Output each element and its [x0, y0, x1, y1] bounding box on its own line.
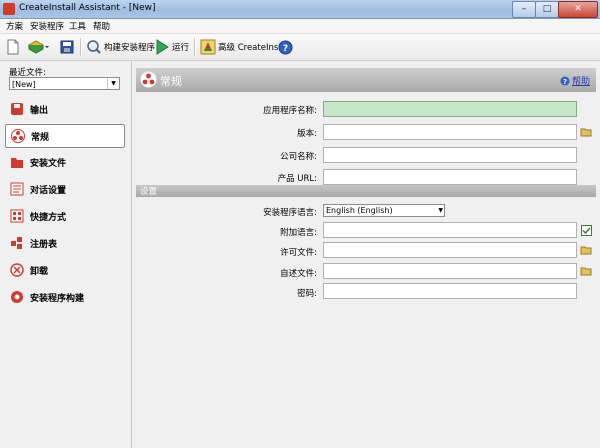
- sidebar: 最近文件: [New] ▼ 输出 常规 安装文件 对话设置 快捷方式 注册表 卸…: [0, 61, 132, 448]
- app-name-input[interactable]: [323, 101, 577, 117]
- sidebar-item-install-files[interactable]: 安装文件: [5, 150, 125, 174]
- toolbar: 构建安装程序 运行 高级 CreateInstall ?: [0, 34, 600, 61]
- registry-icon: [9, 235, 25, 251]
- sidebar-item-label: 卸载: [30, 266, 49, 277]
- sidebar-item-label: 输出: [30, 105, 49, 116]
- menu-installer[interactable]: 安装程序: [30, 20, 64, 32]
- folder-open-icon: [580, 128, 592, 137]
- password-label: 密码:: [297, 289, 317, 299]
- license-label: 许可文件:: [280, 248, 317, 258]
- sidebar-item-label: 安装程序构建: [30, 293, 85, 304]
- recent-files-value: [New]: [12, 80, 36, 89]
- sidebar-item-label: 快捷方式: [30, 212, 67, 223]
- app-name-label: 应用程序名称:: [263, 106, 317, 116]
- run-icon: [156, 39, 169, 55]
- close-button[interactable]: ✕: [558, 1, 598, 18]
- chevron-down-icon: ▼: [438, 207, 443, 214]
- sidebar-item-label: 对话设置: [30, 185, 67, 196]
- window-title: CreateInstall Assistant - [New]: [19, 3, 156, 13]
- checkbox-icon: [580, 224, 592, 236]
- readme-input[interactable]: [323, 263, 577, 279]
- folder-open-icon: [580, 246, 592, 255]
- chevron-down-icon: ▼: [107, 78, 119, 89]
- open-button[interactable]: [28, 38, 50, 56]
- sidebar-item-registry[interactable]: 注册表: [5, 231, 125, 255]
- folder-icon: [9, 154, 25, 170]
- company-input[interactable]: [323, 147, 577, 163]
- svg-text:?: ?: [563, 78, 567, 86]
- extra-language-label: 附加语言:: [280, 228, 317, 238]
- build-icon: [87, 40, 101, 54]
- main-panel: 常规 ? 帮助 应用程序名称: 版本: 公司名称: 产品 URL: 设置 安装程…: [132, 61, 600, 448]
- sidebar-item-dialogs[interactable]: 对话设置: [5, 177, 125, 201]
- help-circle-icon: ?: [560, 76, 570, 86]
- help-label: 帮助: [571, 77, 590, 87]
- general-icon: [10, 128, 26, 144]
- recent-files-select[interactable]: [New] ▼: [9, 77, 120, 90]
- company-label: 公司名称:: [280, 152, 317, 162]
- advanced-icon: [200, 39, 216, 55]
- svg-text:?: ?: [283, 44, 288, 54]
- section-title: 设置: [140, 187, 158, 197]
- menu-help[interactable]: 帮助: [93, 20, 110, 32]
- menu-bar: 方案 安装程序 工具 帮助: [0, 19, 600, 34]
- output-icon: [9, 101, 25, 117]
- save-icon: [60, 40, 74, 54]
- language-label: 安装程序语言:: [263, 208, 317, 218]
- license-browse-button[interactable]: [580, 244, 592, 256]
- dialog-icon: [9, 181, 25, 197]
- help-link[interactable]: ? 帮助: [560, 74, 590, 87]
- general-header-icon: [140, 71, 157, 88]
- sidebar-item-uninstall[interactable]: 卸载: [5, 258, 125, 282]
- extra-language-input[interactable]: [323, 222, 577, 238]
- readme-browse-button[interactable]: [580, 265, 592, 277]
- settings-section-header: 设置: [136, 185, 596, 197]
- version-label: 版本:: [297, 129, 317, 139]
- maximize-button[interactable]: □: [535, 1, 559, 18]
- build-label: 构建安装程序: [104, 43, 156, 53]
- url-label: 产品 URL:: [277, 174, 317, 184]
- sidebar-item-label: 常规: [31, 132, 50, 143]
- uninstall-icon: [9, 262, 25, 278]
- open-icon: [28, 40, 49, 54]
- folder-open-icon: [580, 267, 592, 276]
- app-icon: [3, 3, 15, 15]
- run-label: 运行: [172, 43, 190, 53]
- license-input[interactable]: [323, 242, 577, 258]
- menu-tools[interactable]: 工具: [69, 20, 86, 32]
- readme-label: 自述文件:: [280, 269, 317, 279]
- build-setup-icon: [9, 289, 25, 305]
- menu-scheme[interactable]: 方案: [6, 20, 23, 32]
- run-button[interactable]: 运行: [155, 38, 189, 56]
- language-select[interactable]: English (English) ▼: [323, 204, 445, 217]
- password-input[interactable]: [323, 283, 577, 299]
- version-browse-button[interactable]: [580, 126, 592, 138]
- help-button[interactable]: ?: [278, 38, 293, 56]
- language-value: English (English): [326, 206, 393, 215]
- save-button[interactable]: [60, 38, 74, 56]
- build-installer-button[interactable]: 构建安装程序: [86, 38, 155, 56]
- url-input[interactable]: [323, 169, 577, 185]
- sidebar-item-label: 注册表: [30, 239, 58, 250]
- sidebar-item-general[interactable]: 常规: [5, 124, 125, 148]
- extra-language-button[interactable]: [580, 224, 592, 236]
- version-input[interactable]: [323, 124, 577, 140]
- title-bar: CreateInstall Assistant - [New] – □ ✕: [0, 0, 600, 19]
- minimize-button[interactable]: –: [512, 1, 536, 18]
- panel-header: 常规 ? 帮助: [136, 68, 596, 92]
- help-icon: ?: [278, 40, 293, 54]
- new-file-button[interactable]: [6, 38, 20, 56]
- sidebar-item-label: 安装文件: [30, 158, 67, 169]
- page-title: 常规: [160, 75, 182, 88]
- new-file-icon: [7, 39, 19, 55]
- sidebar-item-shortcuts[interactable]: 快捷方式: [5, 204, 125, 228]
- sidebar-item-build[interactable]: 安装程序构建: [5, 285, 125, 309]
- shortcut-icon: [9, 208, 25, 224]
- sidebar-item-output[interactable]: 输出: [5, 97, 125, 121]
